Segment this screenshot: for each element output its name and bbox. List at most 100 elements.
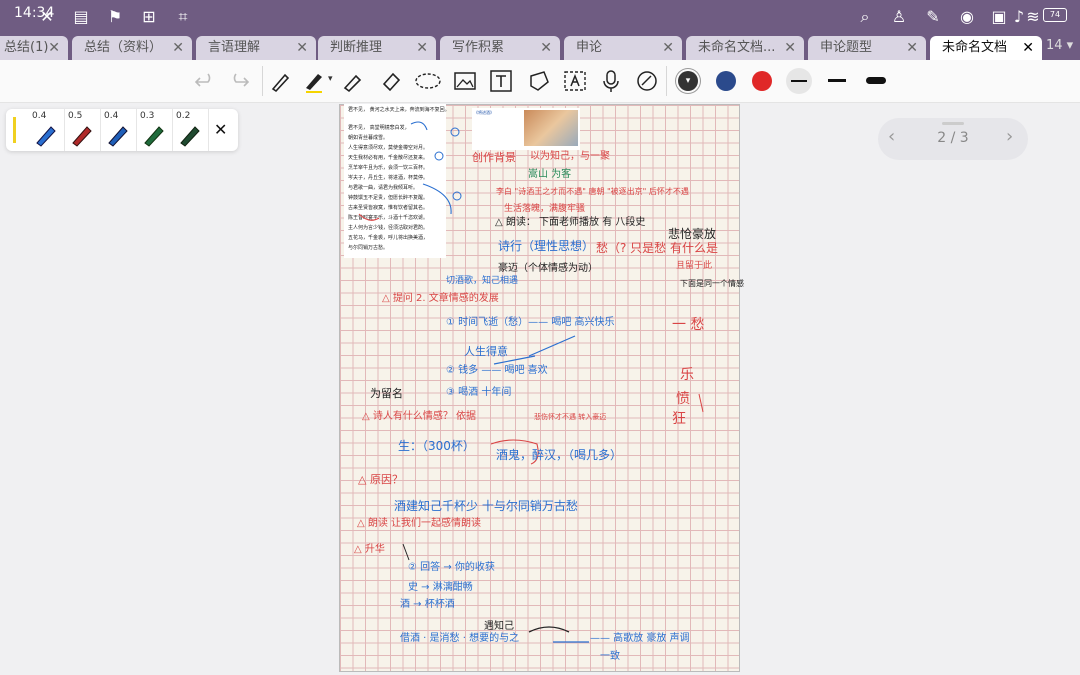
image-icon[interactable] xyxy=(452,68,478,94)
ink-note: 以为知己，与一聚 xyxy=(530,151,610,162)
sidebar-icon[interactable]: ▤ xyxy=(70,6,92,28)
tab-essay[interactable]: 申论 ✕ xyxy=(564,36,682,60)
tab-verbal[interactable]: 言语理解 ✕ xyxy=(196,36,316,60)
close-icon[interactable]: ✕ xyxy=(1022,36,1034,60)
ink-note: 为留名 xyxy=(370,387,403,400)
close-icon[interactable]: ✕ xyxy=(416,36,428,60)
ink-note: 切酒歌，知己相遇 xyxy=(446,276,519,286)
ink-note: △ 朗读： 下面老师播放 有 八段史 xyxy=(495,217,646,228)
stroke-width-thin[interactable] xyxy=(786,68,812,94)
ink-note: 酒鬼，醉汉，（喝几多） xyxy=(496,448,623,462)
lasso-icon[interactable] xyxy=(414,68,442,94)
close-icon[interactable]: ✕ xyxy=(540,36,552,60)
highlighter-preset[interactable] xyxy=(13,117,16,143)
ink-note: 遇知己 xyxy=(484,621,514,632)
pen-icon xyxy=(144,126,164,147)
ink-note: 史 → 淋漓酣畅 xyxy=(408,582,473,593)
bookmark-icon[interactable]: ⚑ xyxy=(104,6,126,28)
text-box-icon[interactable] xyxy=(488,68,514,94)
pen-icon xyxy=(180,126,200,147)
ink-note: 豪迈（个体情感为动） xyxy=(498,263,598,274)
color-swatch-red[interactable] xyxy=(752,71,772,91)
close-icon[interactable]: ✕ xyxy=(784,36,796,60)
stroke-width-thick[interactable] xyxy=(866,77,886,84)
microphone-icon[interactable] xyxy=(598,68,624,94)
ink-note: △ 提问 2. 文章情感的发展 xyxy=(382,293,499,304)
pen-preset-1[interactable]: 0.4 xyxy=(28,109,65,151)
pen-preset-5[interactable]: 0.2 xyxy=(172,109,209,151)
stroke-width-medium[interactable] xyxy=(828,79,846,82)
ink-note: 狂 xyxy=(672,411,686,427)
pen-icon xyxy=(108,126,128,147)
ink-note: 诗行（理性思想） xyxy=(498,239,595,253)
tab-summary-1[interactable]: 总结(1) ✕ xyxy=(0,36,68,60)
ink-note: △ 诗人有什么情感？ 依据 xyxy=(362,411,477,422)
eye-icon[interactable]: ◉ xyxy=(956,6,978,28)
ink-note: △ 朗读 让我们一起感情朗读 xyxy=(357,518,482,529)
crop-icon[interactable]: ⌗ xyxy=(172,6,194,28)
pen-icon xyxy=(72,126,92,147)
pen-preset-4[interactable]: 0.3 xyxy=(136,109,173,151)
ink-note: 悲怆豪放 xyxy=(668,227,717,241)
divider xyxy=(666,66,667,96)
redo-icon[interactable] xyxy=(226,68,252,94)
tab-essay-types[interactable]: 申论题型 ✕ xyxy=(808,36,926,60)
ink-note: 嵩山 为客 xyxy=(528,169,572,180)
ink-note: 李白 "诗酒王之才而不遇" 唐朝 "被逐出京" 后怀才不遇 xyxy=(496,187,689,196)
close-icon[interactable]: ✕ xyxy=(662,36,674,60)
chevron-down-icon[interactable]: ▾ xyxy=(328,74,333,84)
page-navigator: ‹ 2 / 3 › xyxy=(878,118,1028,160)
close-icon[interactable]: ✕ xyxy=(296,36,308,60)
ink-note: ② 钱多 —— 喝吧 喜欢 xyxy=(446,365,548,376)
next-page-icon[interactable]: › xyxy=(1006,126,1013,147)
pen-preset-panel: 0.4 0.5 0.4 0.3 0.2 ✕ xyxy=(6,109,238,151)
wifi-icon: ≋ xyxy=(1026,7,1040,26)
close-icon[interactable]: ✕ xyxy=(48,36,60,60)
search-icon[interactable]: ⌕ xyxy=(854,6,876,28)
ink-note: 创作背景 xyxy=(472,151,516,164)
close-icon[interactable]: ✕ xyxy=(214,120,227,139)
tab-summary-material[interactable]: 总结（资料） ✕ xyxy=(72,36,192,60)
tab-logic[interactable]: 判断推理 ✕ xyxy=(318,36,436,60)
ink-note: 酒建知己千杯少 十与尔同销万古愁 xyxy=(394,499,578,513)
eraser-icon[interactable] xyxy=(378,68,404,94)
pen-preset-2[interactable]: 0.5 xyxy=(64,109,101,151)
ink-note: 乐 xyxy=(680,367,694,383)
highlighter-icon[interactable] xyxy=(340,68,366,94)
drag-handle[interactable] xyxy=(942,122,964,125)
close-icon[interactable]: ✕ xyxy=(172,36,184,60)
ink-note: 生：（300杯） xyxy=(398,439,475,453)
ink-note: △ 原因？ xyxy=(358,473,403,486)
close-icon[interactable]: ✕ xyxy=(906,36,918,60)
ink-note: 悲伤怀才不遇 转入豪迈 xyxy=(534,413,607,421)
ocr-icon[interactable] xyxy=(562,68,588,94)
drawing-toolbar: ▾ ▾ xyxy=(0,60,1080,103)
ink-note: 一 愁 xyxy=(672,317,705,333)
tab-writing[interactable]: 写作积累 ✕ xyxy=(440,36,560,60)
ink-note: 且留于此 xyxy=(676,261,713,271)
ink-note: —— 高歌放 豪放 声调 xyxy=(590,633,690,644)
tab-untitled-active[interactable]: 未命名文档 ✕ xyxy=(930,36,1042,60)
divider xyxy=(262,66,263,96)
color-swatch-dark[interactable]: ▾ xyxy=(678,71,698,91)
status-bar: 14:34 ✕ ▤ ⚑ ⊞ ⌗ ⌕ ♙ ✎ ◉ ▣ ♪ ≋ 74 xyxy=(0,0,1080,34)
ink-note: 愁（? 只是愁 有什么是 xyxy=(596,241,718,255)
pen-preset-3[interactable]: 0.4 xyxy=(100,109,137,151)
gesture-icon[interactable]: ✕ xyxy=(36,6,58,28)
color-swatch-navy[interactable] xyxy=(716,71,736,91)
tab-count[interactable]: 14 ▾ xyxy=(1046,38,1073,53)
battery-icon: 74 xyxy=(1043,8,1067,22)
shirt-icon[interactable]: ♙ xyxy=(888,6,910,28)
ballpoint-pen-icon[interactable] xyxy=(302,68,328,94)
laser-pointer-icon[interactable] xyxy=(634,68,660,94)
tab-strip: 总结(1) ✕ 总结（资料） ✕ 言语理解 ✕ 判断推理 ✕ 写作积累 ✕ 申论 ✕ 未命名… xyxy=(0,34,1080,60)
pen-mode-icon[interactable]: ✎ xyxy=(922,6,944,28)
undo-icon[interactable] xyxy=(192,68,218,94)
shape-icon[interactable] xyxy=(526,68,552,94)
ink-note: △ 升华 xyxy=(354,544,385,555)
ink-note: 酒 → 杯杯酒 xyxy=(400,599,455,610)
add-page-icon[interactable]: ⊞ xyxy=(138,6,160,28)
tab-untitled-1[interactable]: 未命名文档... ✕ xyxy=(686,36,804,60)
ink-note: 一致 xyxy=(600,651,620,662)
fountain-pen-icon[interactable] xyxy=(268,68,294,94)
